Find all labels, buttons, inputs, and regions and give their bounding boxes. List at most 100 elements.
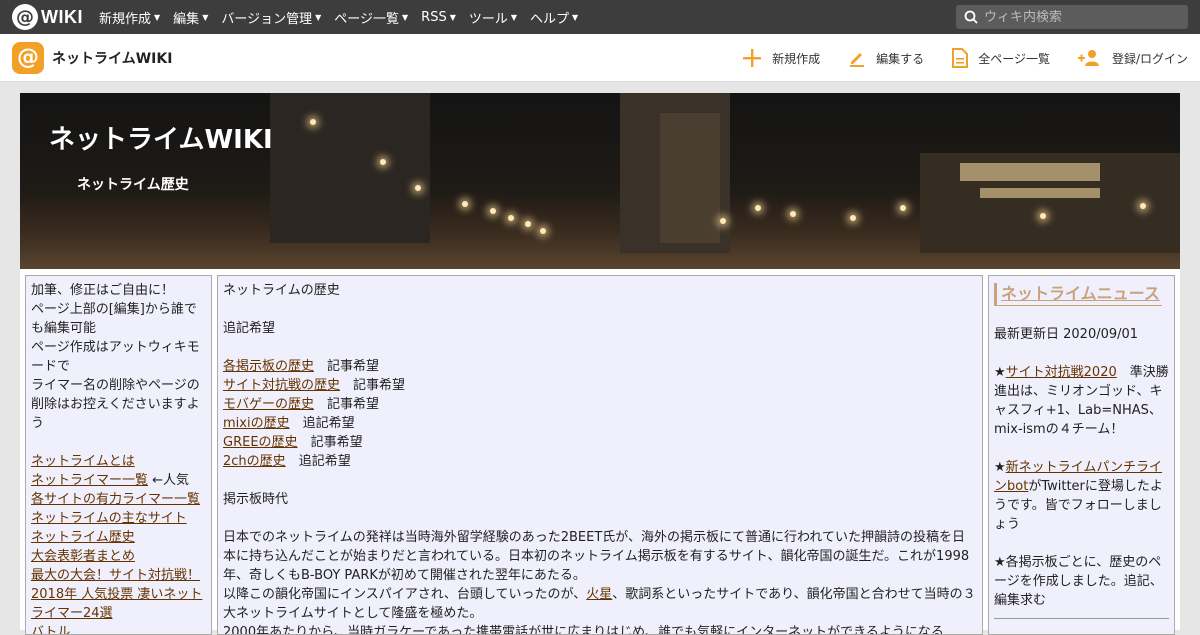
- caret-down-icon: ▼: [154, 12, 161, 22]
- star-bullet: ★: [994, 460, 1006, 475]
- banner-subtitle: ネットライム歴史: [77, 177, 189, 193]
- news-item-1: ★サイト対抗戦2020 準決勝進出は、ミリオンゴッド、キャスフィ+1、Lab=N…: [994, 363, 1169, 439]
- history-link-mobage[interactable]: モバゲーの歴史: [223, 397, 314, 412]
- nav-tools[interactable]: ツール ▼: [469, 8, 517, 27]
- atwiki-logo[interactable]: @ WIKI: [12, 4, 83, 30]
- news-panel: ネットライムニュース 最新更新日 2020/09/01 ★サイト対抗戦2020 …: [988, 275, 1175, 635]
- history-item: GREEの歴史 記事希望: [223, 433, 977, 452]
- news-item-2: ★新ネットライムパンチラインbotがTwitterに登場したようです。皆でフォロ…: [994, 458, 1169, 534]
- caret-down-icon: ▼: [449, 12, 456, 22]
- article-body: ネットライムの歴史 追記希望 各掲示板の歴史 記事希望 サイト対抗戦の歴史 記事…: [217, 275, 983, 635]
- nav-rss[interactable]: RSS ▼: [421, 8, 456, 27]
- nav-label: ページ一覧: [334, 11, 399, 27]
- all-pages-button[interactable]: 全ページ一覧: [952, 48, 1050, 68]
- nav-label: 編集: [173, 11, 200, 27]
- site-header: @ ネットライムWIKI 新規作成 編集する 全ページ一覧 登録/ログイン: [0, 34, 1200, 82]
- nav-label: ツール: [468, 11, 508, 27]
- add-user-icon: [1077, 50, 1099, 66]
- site-actions: 新規作成 編集する 全ページ一覧 登録/ログイン: [714, 34, 1188, 82]
- nav-label: RSS: [421, 9, 447, 25]
- left-menu: 加筆、修正はご自由に！ ページ上部の[編集]から誰でも編集可能 ページ作成はアッ…: [25, 275, 212, 635]
- history-note: 追記希望: [298, 454, 351, 469]
- last-updated: 最新更新日 2020/09/01: [994, 327, 1139, 342]
- history-note: 記事希望: [310, 435, 363, 450]
- menu-link-vote-2018[interactable]: 2018年 人気投票 凄いネットライマー24選: [31, 587, 202, 621]
- menu-link-rhymers[interactable]: ネットライマー一覧: [31, 473, 148, 488]
- nav-new-page[interactable]: 新規作成 ▼: [99, 8, 160, 27]
- main-content: 加筆、修正はご自由に！ ページ上部の[編集]から誰でも編集可能 ページ作成はアッ…: [20, 269, 1180, 635]
- era-heading: 掲示板時代: [223, 492, 289, 507]
- caret-down-icon: ▼: [315, 12, 322, 22]
- caret-down-icon: ▼: [402, 12, 409, 22]
- menu-intro-1: 加筆、修正はご自由に！: [31, 283, 175, 298]
- history-item: モバゲーの歴史 記事希望: [223, 395, 977, 414]
- link-kasei[interactable]: 火星: [586, 587, 612, 602]
- search-icon[interactable]: [964, 10, 978, 24]
- news-heading-link[interactable]: ネットライムニュース: [1001, 284, 1160, 303]
- menu-intro-4: ライマー名の削除やページの削除はお控えくださいますよう: [31, 378, 200, 431]
- menu-link-battle[interactable]: バトル: [31, 625, 70, 634]
- caret-down-icon: ▼: [572, 12, 579, 22]
- history-link-2ch[interactable]: 2chの歴史: [223, 454, 286, 469]
- history-note: 記事希望: [327, 359, 380, 374]
- nav-label: バージョン管理: [221, 11, 313, 27]
- action-label: 登録/ログイン: [1111, 51, 1188, 66]
- history-paragraph-3: 2000年あたりから、当時ガラケーであった携帯電話が世に広まりはじめ、誰でも気軽…: [223, 625, 944, 635]
- wiki-search: [956, 5, 1188, 29]
- news-heading: ネットライムニュース: [994, 283, 1162, 306]
- history-item: 各掲示板の歴史 記事希望: [223, 357, 977, 376]
- plus-icon: [743, 49, 762, 67]
- menu-link-sites[interactable]: ネットライムの主なサイト: [31, 511, 187, 526]
- history-link-boards[interactable]: 各掲示板の歴史: [223, 359, 314, 374]
- pencil-icon: [850, 53, 865, 67]
- nav-page-list[interactable]: ページ一覧 ▼: [334, 8, 408, 27]
- history-item: サイト対抗戦の歴史 記事希望: [223, 376, 977, 395]
- nav-label: 新規作成: [99, 11, 152, 27]
- menu-link-site-rhymers[interactable]: 各サイトの有力ライマー一覧: [31, 492, 200, 507]
- login-button[interactable]: 登録/ログイン: [1077, 49, 1188, 67]
- history-link-gree[interactable]: GREEの歴史: [223, 435, 298, 450]
- history-note: 追記希望: [302, 416, 355, 431]
- nav-version[interactable]: バージョン管理 ▼: [221, 8, 321, 27]
- article-title: ネットライムの歴史: [223, 283, 340, 298]
- history-note: 記事希望: [327, 397, 380, 412]
- action-label: 新規作成: [772, 51, 821, 66]
- menu-intro-2: ページ上部の[編集]から誰でも編集可能: [31, 302, 197, 336]
- nav-help[interactable]: ヘルプ ▼: [530, 8, 578, 27]
- menu-link-awards[interactable]: 大会表彰者まとめ: [31, 549, 135, 564]
- search-input[interactable]: [984, 9, 1174, 25]
- action-label: 全ページ一覧: [978, 51, 1050, 66]
- request-note: 追記希望: [223, 321, 276, 336]
- history-paragraph-2: 以降この韻化帝国にインスパイアされ、台頭していったのが、火星、歌詞系といったサイ…: [223, 585, 977, 623]
- caret-down-icon: ▼: [202, 12, 209, 22]
- menu-link-site-battle[interactable]: 最大の大会！サイト対抗戦！: [31, 568, 200, 583]
- banner-title: ネットライムWIKI: [49, 125, 273, 155]
- site-logo-icon[interactable]: @: [12, 41, 44, 74]
- history-link-mixi[interactable]: mixiの歴史: [223, 416, 290, 431]
- history-item: mixiの歴史 追記希望: [223, 414, 977, 433]
- header-banner: ネットライムWIKI ネットライム歴史: [20, 93, 1180, 269]
- menu-link-about[interactable]: ネットライムとは: [31, 454, 135, 469]
- text: 以降この韻化帝国にインスパイアされ、台頭していったのが、: [223, 587, 587, 602]
- at-icon: @: [12, 4, 38, 30]
- top-nav: 新規作成 ▼ 編集 ▼ バージョン管理 ▼ ページ一覧 ▼ RSS ▼ ツール ▼ ヘルプ ▼: [99, 8, 591, 27]
- document-icon: [952, 48, 969, 68]
- history-paragraph-1: 日本でのネットライムの発祥は当時海外留学経験のあった2BEET氏が、海外の掲示板…: [223, 530, 970, 583]
- nav-edit[interactable]: 編集 ▼: [173, 8, 208, 27]
- history-note: 記事希望: [353, 378, 406, 393]
- news-item-3: ★各掲示板ごとに、歴史のページを作成しました。追記、編集求む: [994, 555, 1163, 608]
- global-header: @ WIKI 新規作成 ▼ 編集 ▼ バージョン管理 ▼ ページ一覧 ▼ RSS ▼ ツー…: [0, 0, 1200, 34]
- news-link-site-battle-2020[interactable]: サイト対抗戦2020: [1006, 365, 1117, 380]
- nav-label: ヘルプ: [530, 11, 570, 27]
- menu-intro-3: ページ作成はアットウィキモードで: [31, 340, 200, 374]
- site-name[interactable]: ネットライムWIKI: [52, 48, 172, 68]
- edit-button[interactable]: 編集する: [848, 49, 924, 67]
- menu-link-history[interactable]: ネットライム歴史: [31, 530, 135, 545]
- new-page-button[interactable]: 新規作成: [742, 48, 820, 68]
- caret-down-icon: ▼: [510, 12, 518, 22]
- menu-note-popular: ←人気: [152, 473, 190, 488]
- action-label: 編集する: [876, 51, 925, 66]
- news-divider: [994, 618, 1169, 619]
- history-item: 2chの歴史 追記希望: [223, 452, 977, 471]
- history-link-site-battle[interactable]: サイト対抗戦の歴史: [223, 378, 340, 393]
